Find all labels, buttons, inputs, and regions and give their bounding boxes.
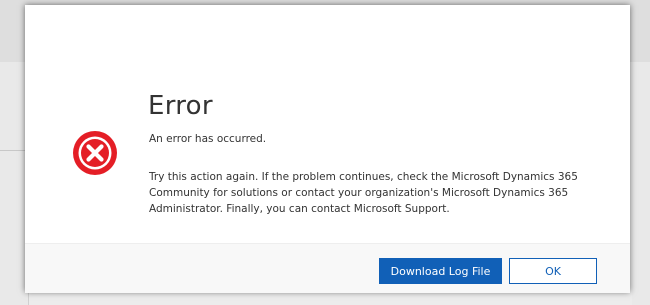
error-dialog: Error An error has occurred. Try this ac… <box>25 5 630 293</box>
error-icon <box>73 131 117 175</box>
background-right-panel <box>632 62 650 305</box>
download-log-file-button[interactable]: Download Log File <box>379 258 502 284</box>
dialog-subtitle: An error has occurred. <box>149 133 267 145</box>
dialog-message: Try this action again. If the problem co… <box>149 171 578 215</box>
ok-button[interactable]: OK <box>509 258 597 284</box>
dialog-title: Error <box>148 91 213 121</box>
dialog-body: Error An error has occurred. Try this ac… <box>25 5 630 243</box>
dialog-footer: Download Log File OK <box>25 243 630 293</box>
background-divider <box>0 150 28 151</box>
